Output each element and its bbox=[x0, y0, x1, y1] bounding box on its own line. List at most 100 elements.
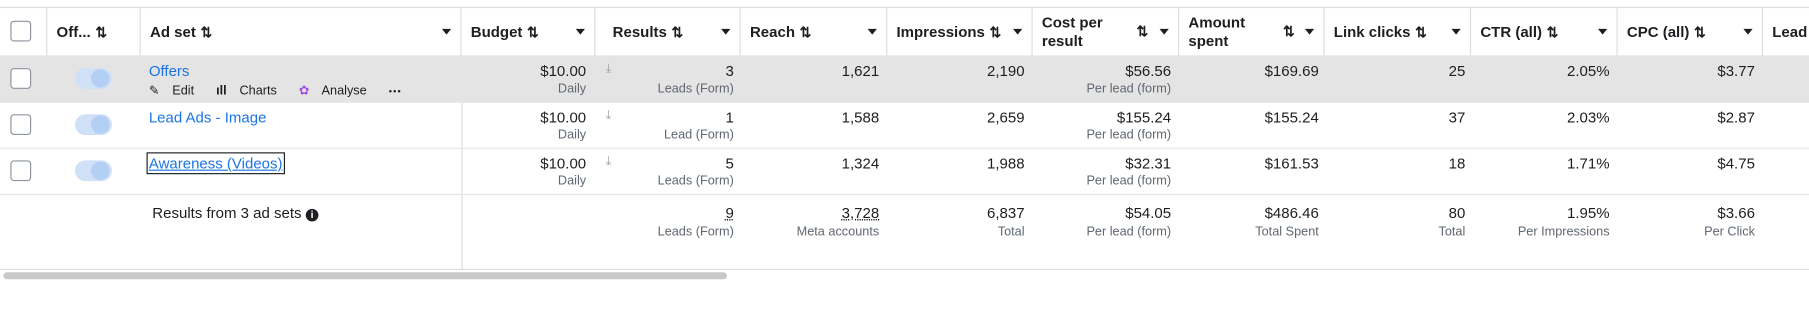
header-results-label: Results bbox=[612, 23, 667, 41]
analyse-label: Analyse bbox=[321, 84, 367, 99]
sort-icon[interactable]: ⇅ bbox=[671, 24, 683, 40]
totals-cost-type: Per lead (form) bbox=[1086, 224, 1172, 239]
analyse-action[interactable]: ✿ Analyse bbox=[299, 84, 376, 98]
table-header: Off... ⇅ Ad set ⇅ Budget ⇅ Results ⇅ Reach ⇅ … bbox=[0, 6, 1809, 58]
row-checkbox[interactable] bbox=[10, 114, 32, 135]
table-row[interactable]: Awareness (Videos) $10.00 Daily ⤓ 5 Lead… bbox=[0, 148, 1809, 195]
impressions-value: 1,988 bbox=[987, 154, 1025, 172]
table-row[interactable]: Offers ✎ Edit ıll Charts ✿ Analyse ••• $… bbox=[0, 55, 1809, 103]
chevron-down-icon[interactable] bbox=[1159, 28, 1169, 35]
download-icon[interactable]: ⤓ bbox=[606, 108, 612, 123]
chevron-down-icon[interactable] bbox=[721, 28, 731, 35]
sort-icon[interactable]: ⇅ bbox=[1136, 23, 1148, 39]
header-impressions[interactable]: Impressions ⇅ bbox=[887, 8, 1033, 56]
toggle-knob bbox=[91, 69, 110, 88]
row-toggle[interactable] bbox=[74, 68, 112, 89]
charts-label: Charts bbox=[239, 84, 277, 99]
header-leads-partial[interactable]: Lead bbox=[1763, 8, 1809, 55]
header-ctr-label: CTR (all) bbox=[1480, 23, 1542, 41]
header-results[interactable]: Results ⇅ bbox=[595, 8, 741, 56]
chevron-down-icon[interactable] bbox=[867, 28, 877, 35]
sort-icon[interactable]: ⇅ bbox=[1283, 23, 1295, 39]
results-type: Leads (Form) bbox=[657, 174, 734, 189]
horizontal-scrollbar[interactable] bbox=[0, 272, 1809, 280]
header-amount-spent[interactable]: Amount spent ⇅ bbox=[1179, 8, 1325, 56]
chevron-down-icon[interactable] bbox=[1743, 28, 1753, 35]
budget-type: Daily bbox=[557, 174, 587, 189]
spent-value: $161.53 bbox=[1264, 154, 1319, 172]
chevron-down-icon[interactable] bbox=[1598, 28, 1608, 35]
totals-impressions-type: Total bbox=[997, 224, 1025, 239]
row-checkbox[interactable] bbox=[10, 160, 32, 182]
sort-icon[interactable]: ⇅ bbox=[200, 24, 212, 40]
charts-action[interactable]: ıll Charts bbox=[216, 84, 286, 98]
header-cpc[interactable]: CPC (all) ⇅ bbox=[1618, 8, 1764, 56]
sort-icon[interactable]: ⇅ bbox=[1415, 24, 1427, 40]
toggle-knob bbox=[91, 161, 110, 180]
totals-results-value[interactable]: 9 bbox=[725, 204, 733, 221]
more-options-button[interactable]: ••• bbox=[389, 87, 402, 97]
budget-type: Daily bbox=[557, 81, 587, 96]
ctr-value: 1.71% bbox=[1567, 154, 1610, 172]
totals-cpc-type: Per Click bbox=[1704, 224, 1755, 239]
sort-icon[interactable]: ⇅ bbox=[989, 24, 1001, 40]
row-checkbox[interactable] bbox=[10, 68, 32, 89]
clicks-value: 25 bbox=[1448, 62, 1466, 80]
budget-type: Daily bbox=[557, 128, 587, 142]
select-all-checkbox[interactable] bbox=[10, 20, 32, 42]
ad-set-name-link[interactable]: Lead Ads - Image bbox=[149, 108, 267, 125]
row-toggle[interactable] bbox=[74, 114, 112, 135]
header-clicks-label: Link clicks bbox=[1333, 23, 1411, 41]
cost-type: Per lead (form) bbox=[1086, 81, 1172, 96]
header-off-on[interactable]: Off... ⇅ bbox=[47, 8, 141, 56]
totals-label-text: Results from 3 ad sets bbox=[152, 204, 302, 222]
cpc-value: $4.75 bbox=[1717, 154, 1755, 172]
chevron-down-icon[interactable] bbox=[1304, 28, 1315, 35]
table-row[interactable]: Lead Ads - Image $10.00 Daily ⤓ 1 Lead (… bbox=[0, 102, 1809, 149]
spent-value: $155.24 bbox=[1264, 108, 1319, 126]
ad-set-name-link[interactable]: Offers bbox=[149, 62, 190, 79]
header-impressions-label: Impressions bbox=[896, 23, 985, 41]
sparkle-icon: ✿ bbox=[298, 84, 310, 99]
sort-icon[interactable]: ⇅ bbox=[1547, 24, 1559, 40]
download-icon[interactable]: ⤓ bbox=[606, 62, 612, 77]
totals-label: Results from 3 ad sets i bbox=[152, 204, 319, 222]
sort-icon[interactable]: ⇅ bbox=[95, 24, 107, 40]
header-budget[interactable]: Budget ⇅ bbox=[462, 8, 596, 56]
totals-clicks-value: 80 bbox=[1448, 204, 1466, 222]
edit-action[interactable]: ✎ Edit bbox=[149, 84, 204, 98]
totals-ctr-value: 1.95% bbox=[1567, 204, 1610, 222]
table-bottom-border bbox=[0, 268, 1809, 270]
clicks-value: 37 bbox=[1448, 108, 1466, 126]
totals-cost-value: $54.05 bbox=[1125, 204, 1172, 222]
header-ad-set[interactable]: Ad set ⇅ bbox=[141, 8, 462, 56]
toggle-knob bbox=[91, 115, 110, 134]
scrollbar-thumb[interactable] bbox=[3, 272, 727, 280]
spent-value: $169.69 bbox=[1264, 62, 1319, 80]
impressions-value: 2,190 bbox=[987, 62, 1025, 80]
header-link-clicks[interactable]: Link clicks ⇅ bbox=[1325, 8, 1472, 56]
totals-clicks-type: Total bbox=[1438, 224, 1466, 239]
results-value: 5 bbox=[725, 154, 734, 172]
totals-ctr-type: Per Impressions bbox=[1517, 224, 1610, 239]
chevron-down-icon[interactable] bbox=[1451, 28, 1461, 35]
sort-icon[interactable]: ⇅ bbox=[800, 24, 812, 40]
sort-icon[interactable]: ⇅ bbox=[527, 24, 539, 40]
chevron-down-icon[interactable] bbox=[441, 28, 452, 35]
budget-value: $10.00 bbox=[540, 62, 587, 80]
row-toggle[interactable] bbox=[74, 160, 112, 182]
totals-reach-value[interactable]: 3,728 bbox=[842, 204, 880, 221]
header-cost-per-result[interactable]: Cost per result ⇅ bbox=[1033, 8, 1180, 56]
chevron-down-icon[interactable] bbox=[575, 28, 585, 35]
header-select-all-cell bbox=[0, 8, 48, 56]
chevron-down-icon[interactable] bbox=[1013, 28, 1023, 35]
sort-icon[interactable]: ⇅ bbox=[1694, 24, 1706, 40]
header-ctr[interactable]: CTR (all) ⇅ bbox=[1471, 8, 1618, 56]
header-reach[interactable]: Reach ⇅ bbox=[741, 8, 888, 56]
ad-set-name-link[interactable]: Awareness (Videos) bbox=[146, 152, 285, 175]
info-icon[interactable]: i bbox=[305, 208, 319, 222]
download-icon[interactable]: ⤓ bbox=[606, 155, 612, 170]
header-spent-label: Amount spent bbox=[1188, 13, 1246, 50]
clicks-value: 18 bbox=[1448, 154, 1466, 172]
cost-value: $56.56 bbox=[1125, 62, 1172, 80]
